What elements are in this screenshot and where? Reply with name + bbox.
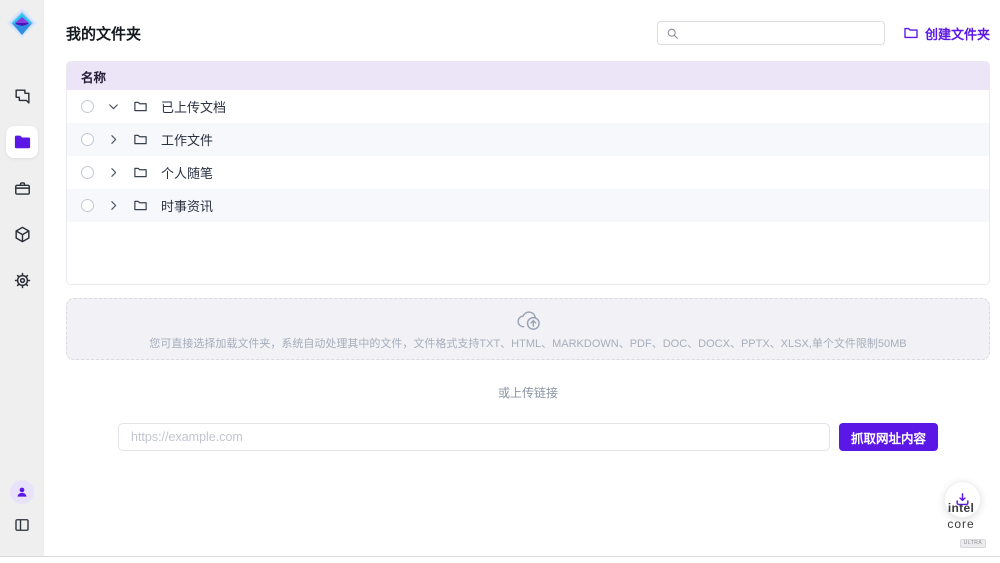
row-checkbox[interactable] (81, 199, 94, 212)
url-upload-row: 抓取网址内容 (66, 423, 990, 451)
folder-name: 已上传文档 (161, 97, 226, 116)
folder-outline-icon (135, 168, 146, 176)
search-input[interactable] (685, 26, 876, 40)
folder-name: 时事资讯 (161, 196, 213, 215)
sidebar-item-chat[interactable] (6, 80, 38, 112)
table-row[interactable]: 已上传文档 (67, 90, 989, 123)
table-row[interactable]: 时事资讯 (67, 189, 989, 222)
table-empty-space (67, 222, 989, 284)
folder-table: 名称 已上传文档 工作文件 个人随笔 (66, 61, 990, 285)
row-checkbox[interactable] (81, 100, 94, 113)
folder-outline-icon (135, 135, 146, 143)
cube-icon (16, 227, 29, 241)
table-header-name: 名称 (67, 62, 989, 90)
panel-toggle-icon (16, 520, 28, 531)
chat-icon (16, 90, 29, 103)
search-icon (668, 29, 677, 38)
app-logo-icon (5, 6, 39, 40)
folder-name: 工作文件 (161, 130, 213, 149)
intel-core-logo: intel core ULTRA (935, 500, 987, 548)
table-row[interactable]: 个人随笔 (67, 156, 989, 189)
upload-hint-text: 您可直接选择加载文件夹，系统自动处理其中的文件，文件格式支持TXT、HTML、M… (149, 335, 906, 351)
fetch-url-button[interactable]: 抓取网址内容 (839, 423, 938, 451)
or-upload-link-label: 或上传链接 (66, 384, 990, 401)
page-title: 我的文件夹 (66, 23, 141, 44)
collapse-sidebar-button[interactable] (9, 512, 35, 538)
briefcase-icon (15, 182, 28, 193)
sidebar-item-folders[interactable] (6, 126, 38, 158)
sidebar-item-workspace[interactable] (6, 172, 38, 204)
sidebar-bottom (9, 480, 35, 538)
url-input[interactable] (118, 423, 830, 451)
upload-dropzone[interactable]: 您可直接选择加载文件夹，系统自动处理其中的文件，文件格式支持TXT、HTML、M… (66, 298, 990, 360)
table-row[interactable]: 工作文件 (67, 123, 989, 156)
sidebar (0, 0, 44, 556)
sidebar-item-models[interactable] (6, 218, 38, 250)
chevron-right-icon (112, 169, 116, 177)
gear-icon (15, 273, 29, 287)
chevron-right-icon (112, 202, 116, 210)
folder-plus-icon (905, 29, 917, 38)
folder-outline-icon (135, 102, 146, 110)
chevron-right-icon (112, 136, 116, 144)
person-icon (18, 488, 27, 497)
row-checkbox[interactable] (81, 166, 94, 179)
cloud-upload-icon (518, 312, 539, 329)
main-content: 我的文件夹 创建文件夹 名称 (44, 0, 1000, 556)
sidebar-item-settings[interactable] (6, 264, 38, 296)
row-checkbox[interactable] (81, 133, 94, 146)
chevron-down-icon (110, 105, 118, 109)
create-folder-button[interactable]: 创建文件夹 (903, 24, 990, 43)
folder-icon (14, 135, 29, 148)
topbar: 我的文件夹 创建文件夹 (66, 18, 990, 48)
intel-ultra-badge: ULTRA (960, 539, 987, 548)
search-box[interactable] (657, 21, 885, 45)
sidebar-nav (6, 80, 38, 296)
app-window: 我的文件夹 创建文件夹 名称 (0, 0, 1000, 557)
folder-name: 个人随笔 (161, 163, 213, 182)
user-avatar[interactable] (10, 480, 34, 504)
folder-outline-icon (135, 201, 146, 209)
